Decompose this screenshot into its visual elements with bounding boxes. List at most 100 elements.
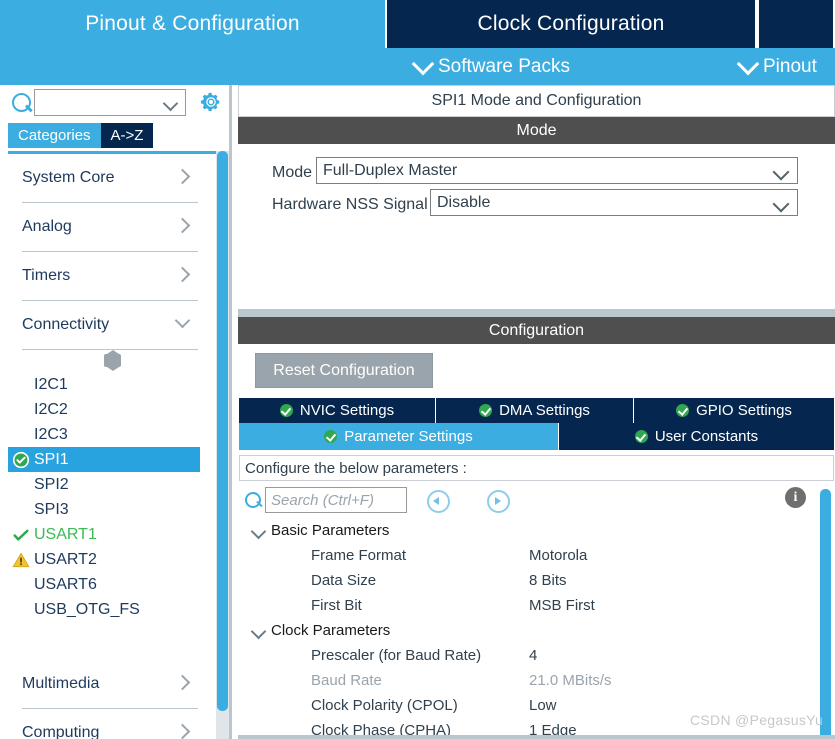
pinout-label: Pinout [763,55,817,77]
software-packs-menu[interactable]: Software Packs [411,48,570,85]
parameter-row[interactable]: Frame Format Motorola [239,544,817,569]
tab-pinout-configuration[interactable]: Pinout & Configuration [0,0,385,48]
category-label: Analog [22,218,72,235]
info-icon[interactable]: i [785,487,806,508]
mode-select[interactable]: Full-Duplex Master [316,157,798,184]
gear-icon[interactable] [200,91,222,113]
parameter-tree: Basic Parameters Frame Format Motorola D… [239,519,817,739]
sidebar-tab-a-to-z[interactable]: A->Z [100,123,154,148]
parameter-label: Data Size [311,572,377,589]
sidebar-item-usart6[interactable]: USART6 [8,572,208,597]
parameter-toolbar: Search (Ctrl+F) i [239,483,834,517]
stm32cubemx-window: Pinout & Configuration Clock Configurati… [0,0,835,739]
parameter-row[interactable]: Prescaler (for Baud Rate) 4 [239,644,817,669]
sidebar-search-row [0,85,232,121]
pinout-menu[interactable]: Pinout [736,48,817,85]
tab-label: NVIC Settings [299,402,395,419]
parameter-search-input[interactable]: Search (Ctrl+F) [265,487,407,513]
sidebar-scrollbar-thumb[interactable] [217,151,228,711]
chevron-right-circle-icon[interactable] [487,490,510,513]
parameter-label: Baud Rate [311,672,382,689]
tab-parameter-settings[interactable]: Parameter Settings [239,423,559,450]
sidebar-category-connectivity[interactable]: Connectivity [22,301,198,350]
tab-label: Clock Configuration [477,12,665,35]
tab-clock-configuration[interactable]: Clock Configuration [385,0,757,48]
reset-configuration-button[interactable]: Reset Configuration [255,353,433,388]
section-gap [238,309,835,317]
chevron-down-icon [772,195,790,213]
search-icon [245,492,261,508]
peripheral-label: SPI1 [34,450,69,468]
category-label: Timers [22,267,71,284]
software-packs-label: Software Packs [438,55,570,77]
configuration-section-header: Configuration [238,317,835,344]
category-label: Computing [22,724,100,739]
check-circle-icon [479,404,493,417]
mode-section-header: Mode [238,117,835,144]
bottom-edge [238,735,835,739]
sidebar-category-timers[interactable]: Timers [22,252,198,301]
parameter-label: First Bit [311,597,362,614]
sidebar-category-multimedia[interactable]: Multimedia [22,660,198,709]
peripheral-label: SPI2 [34,475,69,493]
peripheral-label: I2C2 [34,400,68,418]
chevron-right-icon [174,266,191,283]
tab-nvic-settings[interactable]: NVIC Settings [239,398,436,423]
sidebar-category-computing[interactable]: Computing [22,709,198,739]
secondary-toolbar: Software Packs Pinout [0,48,835,85]
peripheral-label: USB_OTG_FS [34,600,140,618]
sidebar-category-analog[interactable]: Analog [22,203,198,252]
sidebar-category-system-core[interactable]: System Core [22,154,198,203]
config-tabs-row-2: Parameter Settings User Constants [239,423,834,450]
parameter-row[interactable]: Data Size 8 Bits [239,569,817,594]
sidebar-scrollbar[interactable] [216,151,229,739]
sidebar-item-usb-otg-fs[interactable]: USB_OTG_FS [8,597,208,622]
parameter-group-row[interactable]: Basic Parameters [239,519,817,544]
parameter-row[interactable]: First Bit MSB First [239,594,817,619]
sidebar-item-i2c2[interactable]: I2C2 [8,397,208,422]
configure-hint-bar: Configure the below parameters : [239,455,834,481]
sidebar-item-usart1[interactable]: USART1 [8,522,208,547]
panel-divider [229,85,232,739]
chevron-right-icon [174,723,191,739]
check-circle-icon [12,451,30,469]
group-label: Clock Parameters [271,622,391,639]
search-icon [12,93,31,112]
sidebar-item-i2c3[interactable]: I2C3 [8,422,208,447]
sidebar-item-usart2[interactable]: USART2 [8,547,208,572]
sidebar-item-i2c1[interactable]: I2C1 [8,372,208,397]
sidebar-item-spi3[interactable]: SPI3 [8,497,208,522]
sidebar-search-combo[interactable] [34,89,186,116]
chevron-left-circle-icon[interactable] [427,490,450,513]
chevron-down-icon [772,163,790,181]
sidebar-tab-categories[interactable]: Categories [8,123,101,148]
parameter-scrollbar-thumb[interactable] [820,489,831,739]
reset-button-label: Reset Configuration [273,361,415,379]
chevron-down-icon [411,52,435,76]
category-label: Multimedia [22,675,100,692]
hardware-nss-value: Disable [437,194,491,211]
check-circle-icon [279,404,293,417]
parameter-label: Prescaler (for Baud Rate) [311,647,482,664]
hardware-nss-select[interactable]: Disable [430,189,798,216]
tab-dma-settings[interactable]: DMA Settings [436,398,634,423]
parameter-scrollbar[interactable] [818,481,832,739]
tab-label: GPIO Settings [696,402,792,419]
chevron-down-icon [736,52,760,76]
sidebar-splitter-handle[interactable] [8,350,208,372]
parameter-value: MSB First [529,597,595,614]
peripheral-label: USART2 [34,550,97,568]
parameter-value: Motorola [529,547,588,564]
nss-field-row: Hardware NSS Signal [272,190,428,220]
sidebar-item-spi2[interactable]: SPI2 [8,472,208,497]
main-tab-bar: Pinout & Configuration Clock Configurati… [0,0,835,48]
parameter-group-row[interactable]: Clock Parameters [239,619,817,644]
tab-user-constants[interactable]: User Constants [559,423,834,450]
tab-overflow[interactable] [757,0,835,48]
sidebar-list: System Core Analog Timers Connectivity I… [8,151,222,739]
sidebar-item-spi1[interactable]: SPI1 [8,447,200,472]
nss-field-label: Hardware NSS Signal [272,196,428,213]
chevron-right-icon [174,674,191,691]
chevron-down-icon [162,95,179,112]
tab-gpio-settings[interactable]: GPIO Settings [634,398,834,423]
